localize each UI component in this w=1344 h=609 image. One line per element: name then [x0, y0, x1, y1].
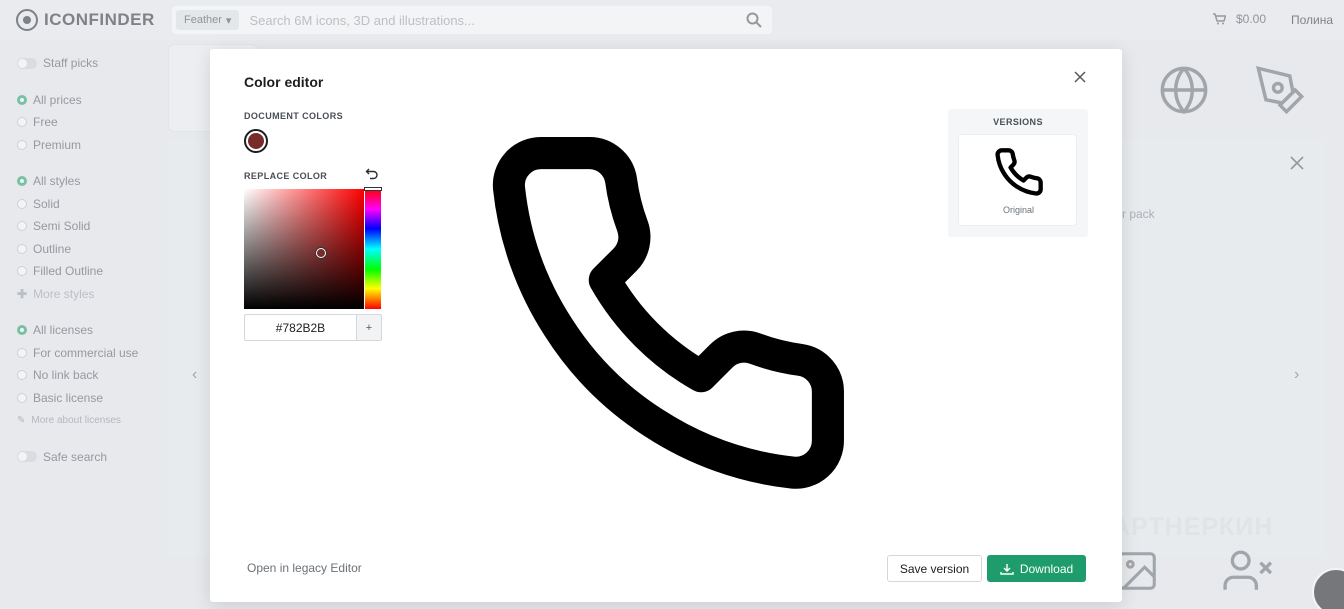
- close-icon: [1074, 71, 1086, 83]
- undo-icon: [365, 168, 378, 180]
- download-label: Download: [1019, 561, 1074, 576]
- replace-color-label: REPLACE COLOR: [244, 171, 328, 181]
- versions-panel: VERSIONS Original: [948, 109, 1088, 237]
- phone-icon: [995, 148, 1043, 196]
- document-colors-label: DOCUMENT COLORS: [244, 111, 343, 121]
- versions-label: VERSIONS: [993, 117, 1043, 127]
- download-icon: [1000, 563, 1014, 575]
- document-color-swatch[interactable]: [244, 129, 268, 153]
- modal-title: Color editor: [244, 74, 324, 90]
- hex-color-input[interactable]: [244, 314, 357, 341]
- version-card-original[interactable]: Original: [958, 134, 1077, 226]
- hue-slider-handle[interactable]: [364, 187, 382, 191]
- download-button[interactable]: Download: [987, 555, 1086, 582]
- save-version-button[interactable]: Save version: [887, 555, 982, 582]
- phone-icon: [492, 137, 844, 489]
- version-name: Original: [1002, 205, 1034, 215]
- undo-button[interactable]: [365, 167, 379, 181]
- color-editor-modal: Color editor DOCUMENT COLORS REPLACE COL…: [210, 49, 1122, 602]
- brightness-gradient: [244, 189, 364, 309]
- legacy-editor-link[interactable]: Open in legacy Editor: [247, 561, 362, 575]
- color-picker-handle[interactable]: [315, 247, 326, 258]
- close-button[interactable]: [1072, 69, 1088, 85]
- add-color-button[interactable]: +: [356, 314, 382, 341]
- saturation-brightness-picker[interactable]: [244, 189, 364, 309]
- hue-slider[interactable]: [364, 187, 382, 309]
- swatch-fill: [248, 133, 264, 149]
